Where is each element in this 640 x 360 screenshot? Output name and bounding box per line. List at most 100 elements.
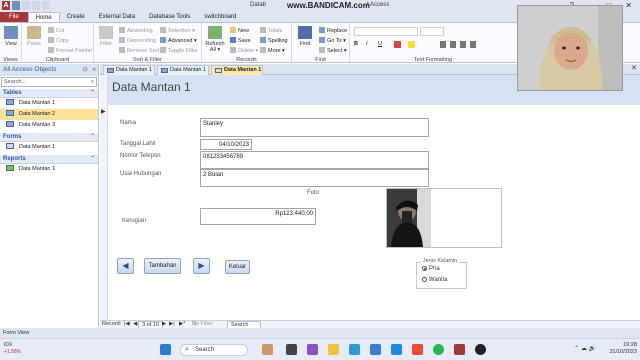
last-record-button[interactable]: ▶| — [169, 321, 175, 328]
text-formatting-group: B I U Text Formatting — [350, 23, 516, 64]
new-record-button[interactable]: New — [230, 27, 249, 34]
widget-app-icon[interactable] — [262, 344, 273, 355]
spelling-label: Spelling — [268, 38, 288, 44]
nav-section-reports[interactable]: Reports ⌃ — [0, 155, 98, 164]
tambahan-button[interactable]: Tambahan — [144, 258, 181, 274]
filter-button[interactable]: Filter — [95, 26, 117, 47]
close-button[interactable]: ✕ — [625, 1, 632, 10]
tab-file[interactable]: File — [0, 12, 28, 22]
cut-button[interactable]: Cut — [48, 27, 65, 34]
tab-database-tools[interactable]: Database Tools — [142, 12, 197, 22]
nav-item-table-data-mantan-1[interactable]: Data Mantan 1 — [0, 98, 98, 109]
doc-tab-2[interactable]: Data Mantan 1 — [157, 65, 209, 75]
label-nama: Nama — [120, 120, 137, 126]
nav-pane-header[interactable]: All Access Objects ⊙ « — [0, 64, 98, 76]
save-icon — [230, 37, 236, 43]
nav-item-table-data-mantan-3[interactable]: Data Mantan 3 — [0, 120, 98, 131]
tab-home[interactable]: Home — [27, 12, 60, 22]
doc-tab-3-active[interactable]: Data Mantan 1 — [211, 65, 263, 75]
redo-icon[interactable] — [32, 1, 40, 10]
windows-start-icon[interactable] — [160, 344, 171, 355]
nav-search-input[interactable]: Search... ⌕ — [1, 77, 97, 87]
dropbox-icon[interactable] — [391, 344, 402, 355]
collapse-icon[interactable]: « — [92, 64, 96, 76]
nav-item-report-data-mantan-1[interactable]: Data Mantan 1 — [0, 164, 98, 175]
first-record-button[interactable]: |◀ — [124, 321, 130, 328]
clock[interactable]: 19:28 31/10/2023 — [600, 342, 640, 356]
chevron-down-icon[interactable]: ⊙ — [83, 64, 88, 76]
table-icon — [161, 68, 168, 73]
nama-field[interactable]: Stanley — [200, 118, 429, 137]
undo-icon[interactable] — [22, 1, 30, 10]
paste-button[interactable]: Paste — [23, 26, 45, 47]
teams-icon[interactable] — [307, 344, 318, 355]
doc-tab-1[interactable]: Data Mantan 1 — [103, 65, 155, 75]
close-document-icon[interactable]: ✕ — [631, 64, 637, 72]
view-button[interactable]: View — [0, 26, 22, 47]
nav-item-table-data-mantan-2[interactable]: Data Mantan 2 — [0, 109, 98, 120]
nav-item-form-data-mantan-1[interactable]: Data Mantan 1 — [0, 142, 98, 153]
toggle-filter-icon — [160, 47, 166, 53]
ascending-button[interactable]: Ascending — [119, 27, 153, 34]
select-button[interactable]: Select ▾ — [319, 47, 347, 54]
copy-button[interactable]: Copy — [48, 37, 69, 44]
tab-switchboard[interactable]: switchboard — [197, 12, 243, 22]
spelling-button[interactable]: Spelling — [260, 37, 288, 44]
tab-create[interactable]: Create — [60, 12, 92, 22]
font-name-dropdown[interactable] — [354, 27, 418, 36]
edge-icon[interactable] — [349, 344, 360, 355]
font-size-dropdown[interactable] — [420, 27, 444, 36]
record-label: Record: — [102, 321, 122, 327]
bandicam-watermark: www.BANDICAM.com — [287, 1, 370, 10]
delete-record-button[interactable]: Delete ▾ — [230, 47, 258, 54]
keluar-button[interactable]: Keluar — [225, 260, 250, 274]
new-record-nav-button[interactable]: ▶* — [179, 321, 185, 328]
customize-qat-icon[interactable] — [42, 1, 50, 10]
nav-item-label: Data Mantan 1 — [19, 144, 56, 150]
advanced-button[interactable]: Advanced ▾ — [160, 37, 197, 44]
font-color-icon[interactable] — [394, 41, 401, 48]
nav-section-tables[interactable]: Tables ⌃ — [0, 89, 98, 98]
tab-external-data[interactable]: External Data — [92, 12, 142, 22]
radio-pria[interactable]: Pria — [422, 266, 440, 272]
format-painter-button[interactable]: Format Painter — [48, 47, 92, 54]
goto-button[interactable]: Go To ▾ — [319, 37, 346, 44]
refresh-all-button[interactable]: Refresh All ▾ — [204, 26, 226, 53]
nav-section-forms[interactable]: Forms ⌃ — [0, 133, 98, 142]
alignment-icons[interactable] — [440, 41, 476, 48]
remove-sort-button[interactable]: Remove Sort — [119, 47, 159, 54]
underline-button[interactable]: U — [378, 41, 382, 47]
save-record-button[interactable]: Save — [230, 37, 251, 44]
next-record-nav-button[interactable]: ▶ — [162, 321, 166, 328]
radio-wanita[interactable]: Wanita — [422, 277, 447, 283]
stock-widget[interactable]: IDX +1.58% — [4, 342, 21, 356]
tanggal-lahir-field[interactable]: 04/10/2023 — [200, 139, 252, 150]
save-icon[interactable] — [12, 1, 20, 10]
usia-hubungan-field[interactable]: 2 Bulan — [200, 169, 429, 187]
bold-button[interactable]: B — [354, 41, 358, 47]
office-icon[interactable] — [412, 344, 423, 355]
record-selector[interactable]: ▶ — [100, 75, 108, 320]
store-icon[interactable] — [370, 344, 381, 355]
kerugian-field[interactable]: Rp123.440,00 — [200, 208, 316, 225]
previous-record-button[interactable]: ◀ — [117, 258, 134, 274]
totals-button[interactable]: Totals — [260, 27, 282, 34]
prev-record-button[interactable]: ◀ — [133, 321, 137, 328]
italic-button[interactable]: I — [366, 41, 368, 47]
spotify-icon[interactable] — [433, 344, 444, 355]
access-taskbar-icon[interactable] — [454, 344, 465, 355]
next-record-button[interactable]: ▶ — [193, 258, 210, 274]
descending-button[interactable]: Descending — [119, 37, 156, 44]
nomor-telepon-field[interactable]: 081233456789 — [200, 151, 429, 169]
find-button[interactable]: Find — [294, 26, 316, 47]
task-view-icon[interactable] — [286, 344, 297, 355]
toggle-filter-button[interactable]: Toggle Filter — [160, 47, 198, 54]
bandicam-taskbar-icon[interactable] — [475, 344, 486, 355]
system-tray-icons[interactable]: ⌃ ☁ 🔊 — [574, 345, 596, 352]
more-button[interactable]: More ▾ — [260, 47, 285, 54]
selection-button[interactable]: Selection ▾ — [160, 27, 195, 34]
highlight-icon[interactable] — [408, 41, 415, 48]
replace-button[interactable]: Replace — [319, 27, 347, 34]
taskbar-search[interactable]: ⌕ Search — [180, 344, 248, 356]
file-explorer-icon[interactable] — [328, 344, 339, 355]
